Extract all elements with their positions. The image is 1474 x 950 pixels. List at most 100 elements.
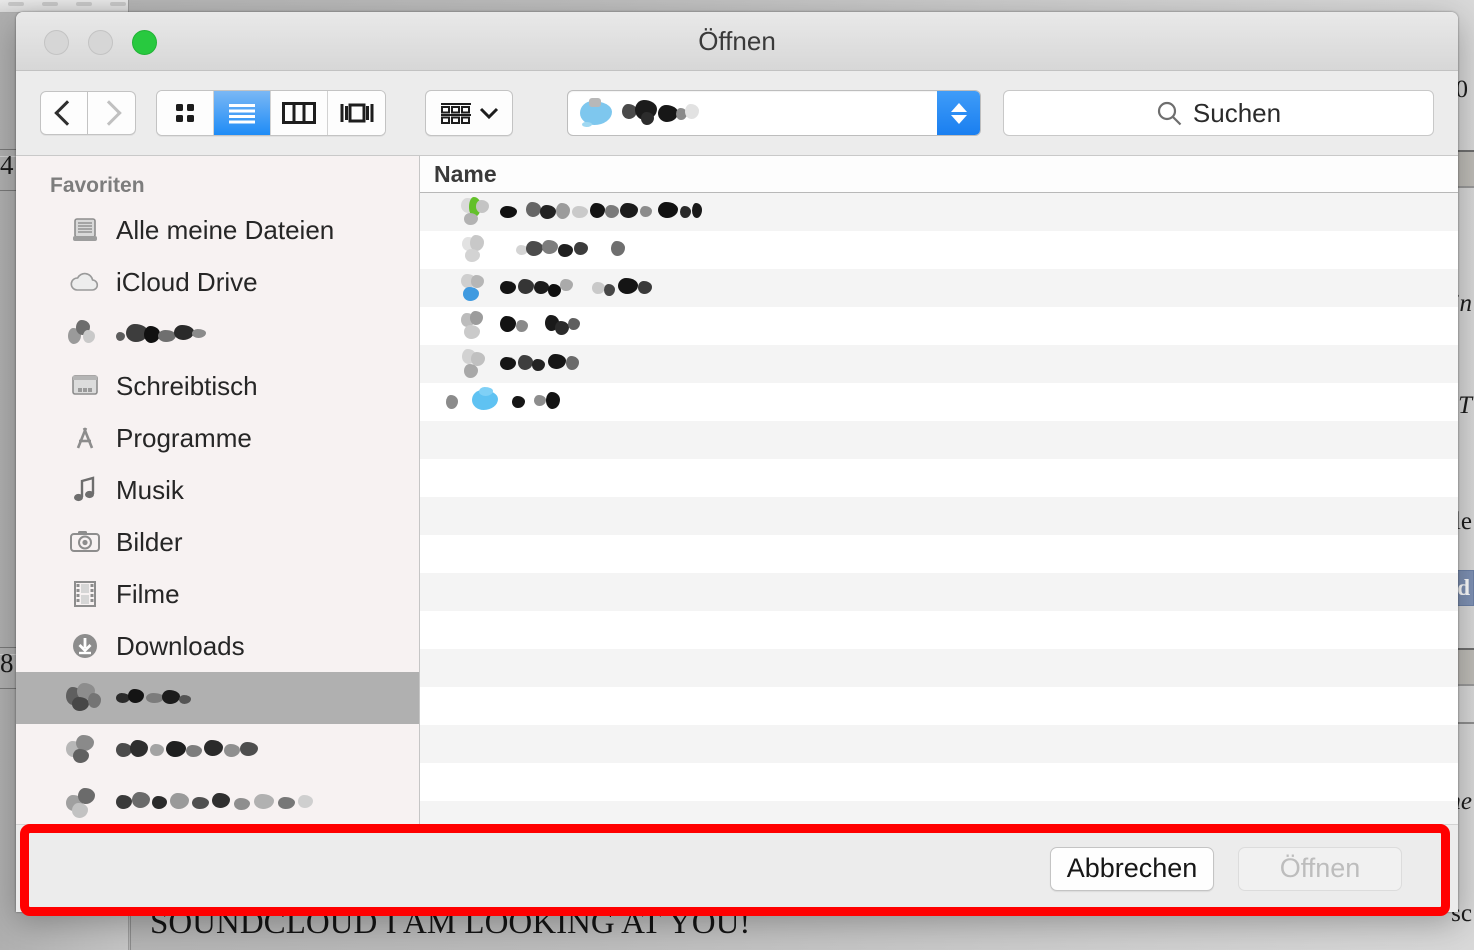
sidebar-item-redacted-2[interactable] — [16, 672, 419, 724]
table-row-empty[interactable] — [420, 421, 1458, 459]
table-row-empty[interactable] — [420, 725, 1458, 763]
file-name-redacted — [516, 238, 646, 262]
redacted-icon — [66, 318, 104, 350]
grid-icon — [176, 104, 194, 122]
file-icon — [460, 311, 490, 341]
icloud-drive-icon — [66, 265, 104, 299]
path-combobox[interactable] — [567, 90, 981, 136]
sidebar-item-label-redacted — [116, 322, 216, 346]
sidebar-item-label-redacted — [116, 738, 266, 762]
coverflow-icon — [340, 103, 373, 123]
icon-view-button[interactable] — [157, 91, 214, 135]
search-placeholder: Suchen — [1192, 97, 1282, 128]
stepper-down-icon — [950, 114, 967, 124]
table-row[interactable] — [420, 383, 1458, 421]
list-icon — [229, 104, 255, 124]
cancel-button[interactable]: Abbrechen — [1050, 846, 1214, 891]
file-name-redacted — [500, 352, 615, 376]
sidebar-item-downloads[interactable]: Downloads — [16, 620, 419, 672]
dialog-body: Favoriten Alle meine Dateien iCloud Driv… — [16, 155, 1458, 824]
file-icon — [460, 273, 490, 303]
forward-button[interactable] — [88, 91, 136, 135]
table-row[interactable] — [420, 193, 1458, 231]
table-row-empty[interactable] — [420, 801, 1458, 824]
sidebar: Favoriten Alle meine Dateien iCloud Driv… — [16, 156, 420, 824]
dialog-title: Öffnen — [698, 26, 776, 56]
file-name-redacted — [500, 314, 605, 338]
table-row-empty[interactable] — [420, 687, 1458, 725]
file-icon — [460, 197, 490, 227]
sidebar-item-label: Bilder — [116, 526, 183, 557]
search-icon — [1157, 101, 1182, 125]
sidebar-section-header: Favoriten — [50, 174, 145, 197]
desktop-icon — [66, 369, 104, 403]
open-button: Öffnen — [1238, 846, 1402, 891]
redacted-icon — [66, 681, 104, 715]
sidebar-item-filme[interactable]: Filme — [16, 568, 419, 620]
table-row-empty[interactable] — [420, 611, 1458, 649]
movies-icon — [66, 577, 104, 611]
search-field[interactable]: Suchen — [1003, 90, 1434, 136]
column-header-name: Name — [434, 160, 497, 187]
file-list[interactable]: Name — [420, 156, 1458, 824]
folder-icon — [578, 98, 614, 128]
table-row[interactable] — [420, 307, 1458, 345]
sidebar-item-schreibtisch[interactable]: Schreibtisch — [16, 360, 419, 412]
sidebar-item-redacted-4[interactable] — [16, 776, 419, 824]
sidebar-item-programme[interactable]: Programme — [16, 412, 419, 464]
music-icon — [66, 473, 104, 507]
file-name-redacted — [512, 390, 612, 414]
sidebar-item-label: Schreibtisch — [116, 370, 258, 401]
coverflow-view-button[interactable] — [328, 91, 385, 135]
applications-icon — [66, 421, 104, 455]
sidebar-item-bilder[interactable]: Bilder — [16, 516, 419, 568]
path-text-redacted — [622, 100, 702, 126]
columns-icon — [282, 102, 316, 124]
stepper-up-icon — [950, 102, 967, 112]
file-icon — [460, 235, 490, 265]
sidebar-item-musik[interactable]: Musik — [16, 464, 419, 516]
sidebar-item-icloud-drive[interactable]: iCloud Drive — [16, 256, 419, 308]
pictures-icon — [66, 525, 104, 559]
sidebar-item-label: Musik — [116, 474, 184, 505]
file-list-column-header: Name — [420, 156, 1458, 193]
file-name-redacted — [500, 276, 665, 300]
redacted-icon — [66, 733, 104, 767]
chevron-right-icon — [96, 100, 122, 126]
open-file-dialog: Öffnen Suchen Favoriten Alle meine Datei… — [16, 12, 1458, 912]
sidebar-item-label: Programme — [116, 422, 252, 453]
chevron-down-icon — [479, 107, 499, 119]
sidebar-item-redacted-3[interactable] — [16, 724, 419, 776]
table-row-empty[interactable] — [420, 497, 1458, 535]
arrange-icon — [441, 103, 471, 124]
table-row[interactable] — [420, 231, 1458, 269]
dialog-titlebar: Öffnen — [16, 12, 1458, 71]
table-row-empty[interactable] — [420, 763, 1458, 801]
column-view-button[interactable] — [271, 91, 328, 135]
view-mode-segmented-control — [156, 90, 386, 136]
file-disclosure-icon — [446, 389, 464, 415]
arrange-button[interactable] — [425, 90, 513, 136]
table-row-empty[interactable] — [420, 573, 1458, 611]
dialog-footer: Abbrechen Öffnen — [16, 824, 1458, 912]
sidebar-item-label: iCloud Drive — [116, 266, 258, 297]
all-my-files-icon — [66, 213, 104, 247]
path-value-redacted — [568, 98, 702, 128]
downloads-icon — [66, 629, 104, 663]
sidebar-item-label: Alle meine Dateien — [116, 214, 335, 245]
table-row-empty[interactable] — [420, 535, 1458, 573]
sidebar-item-alle-meine-dateien[interactable]: Alle meine Dateien — [16, 204, 419, 256]
table-row[interactable] — [420, 269, 1458, 307]
sidebar-item-redacted-1[interactable] — [16, 308, 419, 360]
list-view-button[interactable] — [214, 91, 271, 135]
table-row[interactable] — [420, 345, 1458, 383]
sidebar-item-label: Filme — [116, 578, 180, 609]
file-name-redacted — [500, 200, 750, 224]
file-icon — [460, 349, 490, 379]
sidebar-item-label-redacted — [116, 790, 316, 814]
table-row-empty[interactable] — [420, 459, 1458, 497]
back-button[interactable] — [40, 91, 88, 135]
sidebar-item-label-redacted — [116, 687, 204, 709]
table-row-empty[interactable] — [420, 649, 1458, 687]
path-stepper[interactable] — [937, 91, 980, 135]
